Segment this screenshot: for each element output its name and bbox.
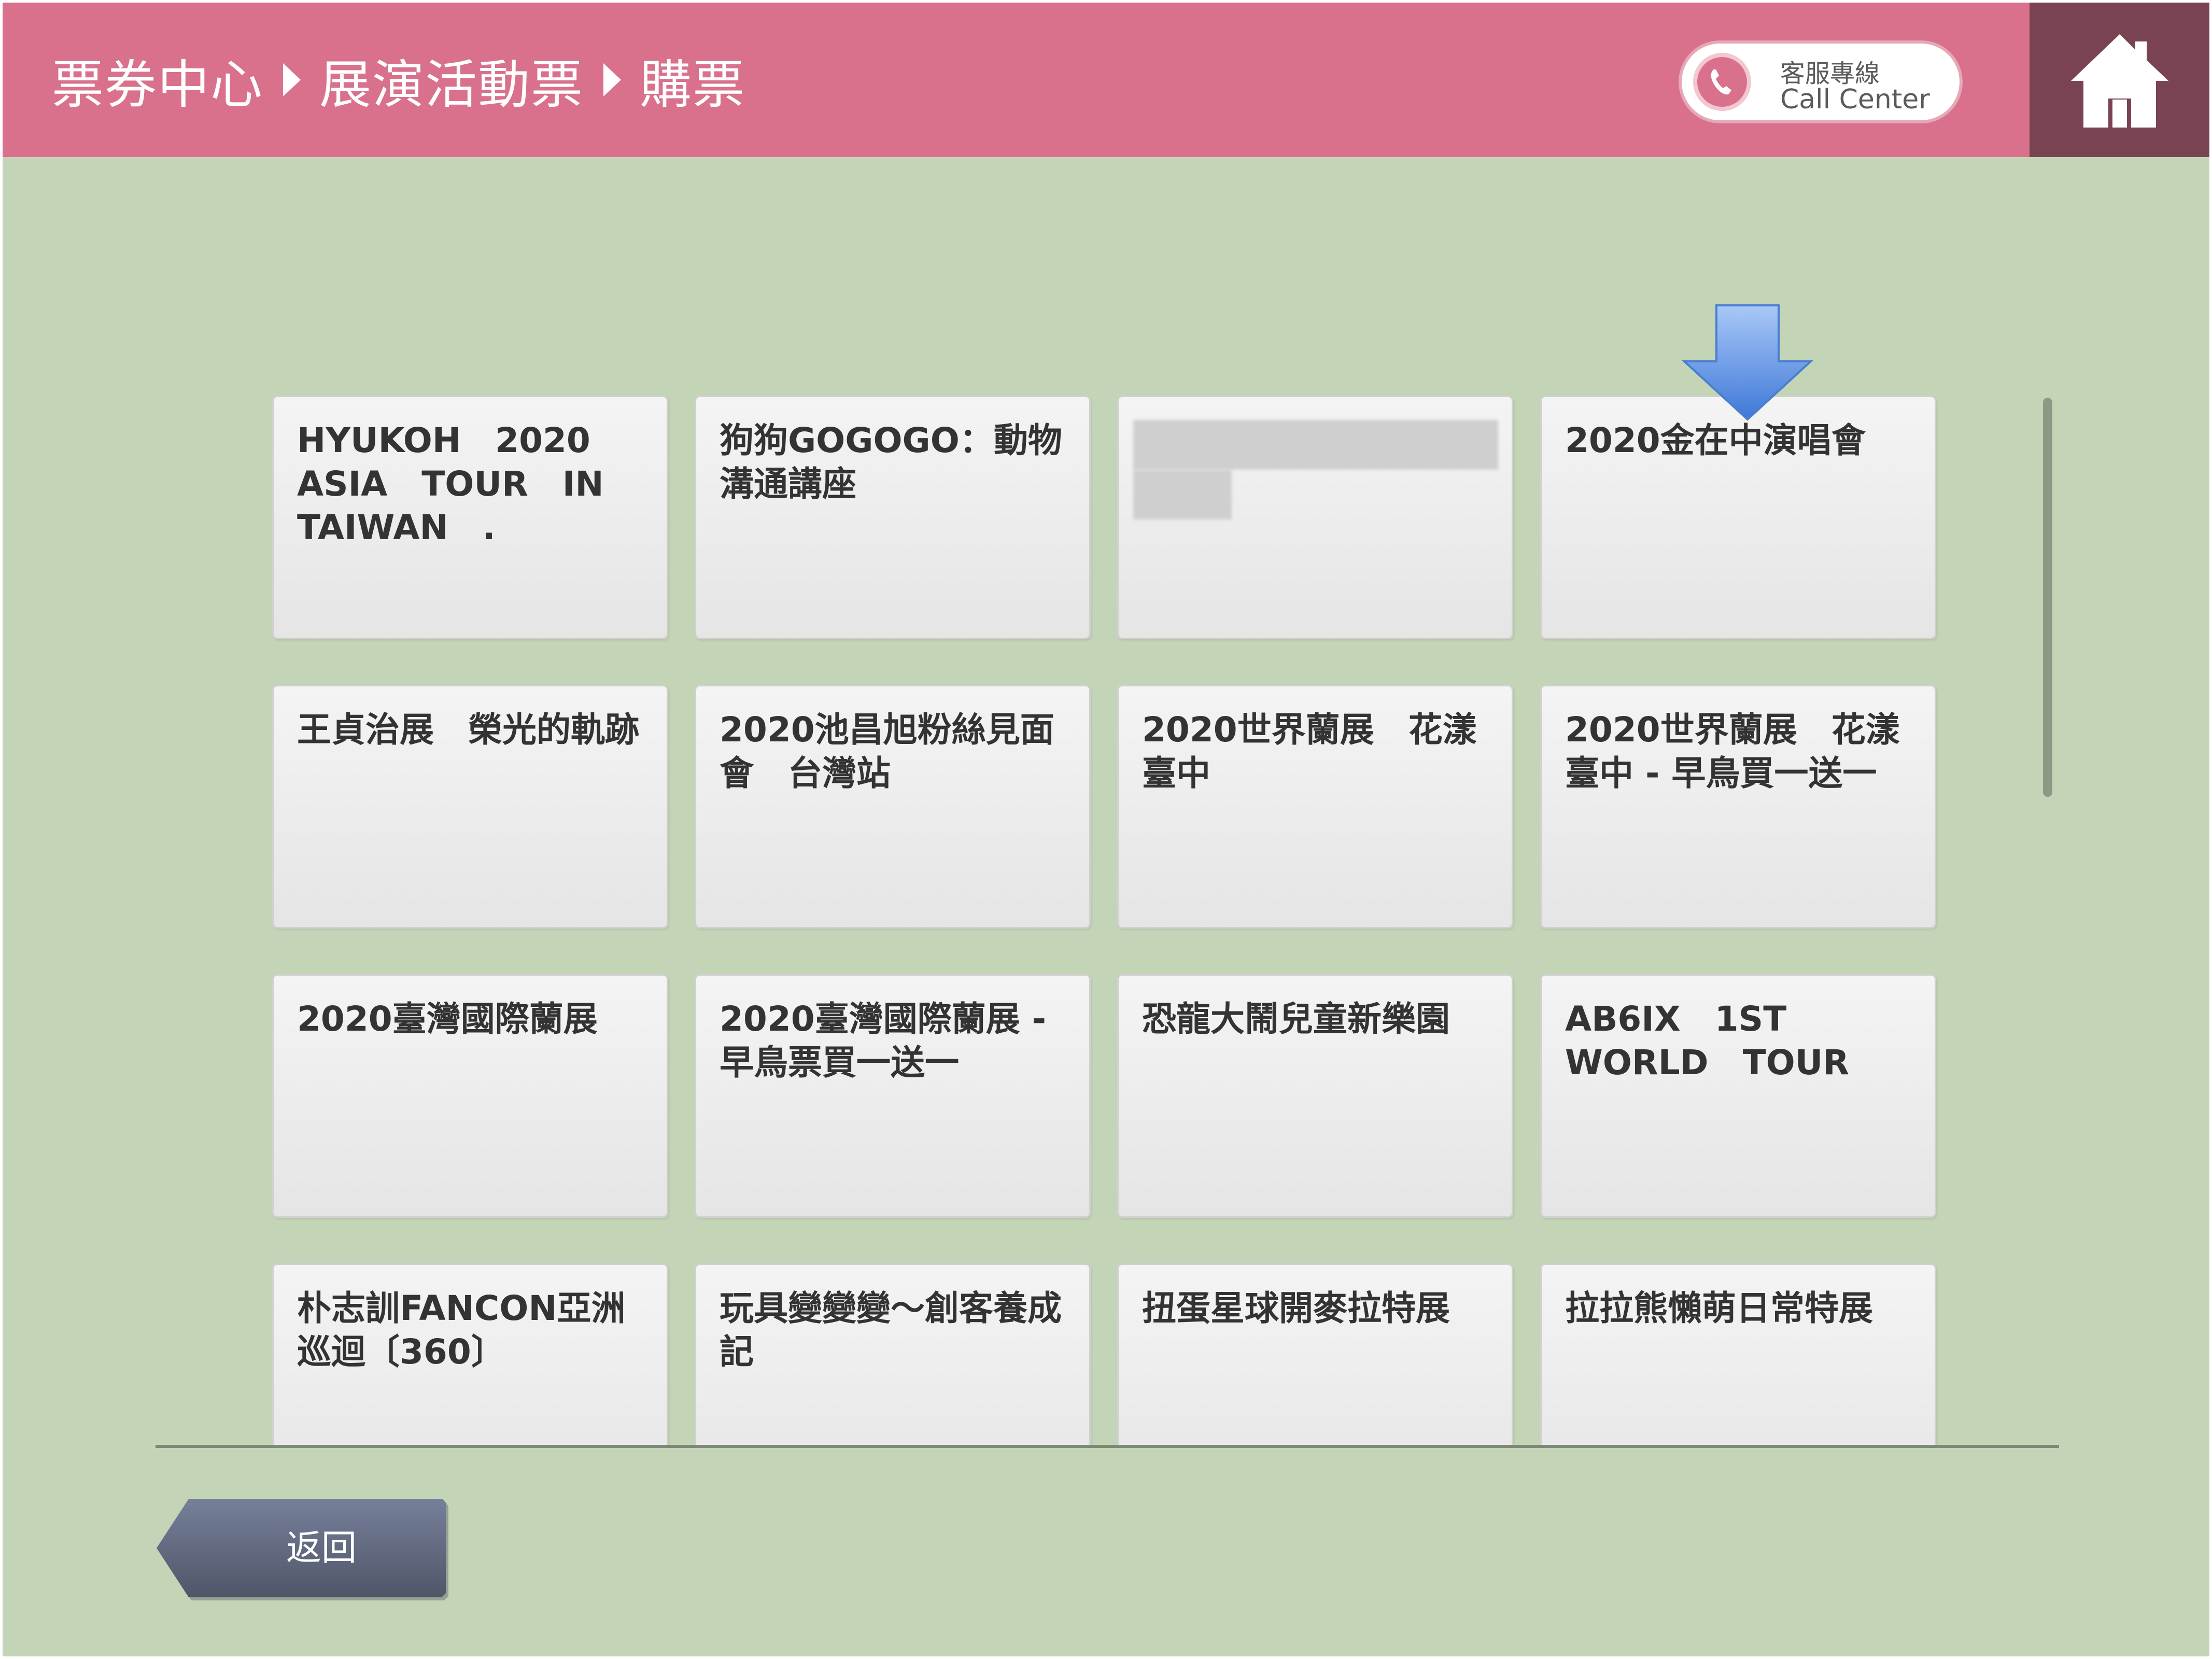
event-tile-label: 玩具變變變～創客養成記 [720,1288,1062,1372]
redacted-text-block [1133,420,1498,470]
event-tile-label: HYUKOH 2020 ASIA TOUR IN TAIWAN . [297,420,616,547]
event-tile-label: 王貞治展 榮光的軌跡 [297,710,639,750]
back-button[interactable]: 返回 [157,1497,450,1600]
event-tile-redacted[interactable] [1117,396,1513,639]
event-tile-rilakkuma[interactable]: 拉拉熊懶萌日常特展 [1540,1263,1936,1445]
event-tile-orchid-show-taichung[interactable]: 2020世界蘭展 花漾臺中 [1117,685,1513,929]
back-button-label: 返回 [286,1528,357,1569]
kiosk-screen: 票券中心 展演活動票 購票 客服專線 Call Center HYUKOH 20… [3,3,2209,1656]
event-tile-park-jihoon[interactable]: 朴志訓FANCON亞洲巡迴〔360〕 [272,1263,668,1445]
event-tile-label: 扭蛋星球開麥拉特展 [1142,1288,1450,1328]
event-tile-label: 朴志訓FANCON亞洲巡迴〔360〕 [297,1288,626,1372]
event-tile-label: 2020池昌旭粉絲見面會 台灣站 [720,710,1054,793]
grid-scrollbar[interactable] [2043,398,2052,797]
event-tile-label: 拉拉熊懶萌日常特展 [1565,1288,1873,1328]
event-tile-ab6ix[interactable]: AB6IX 1ST WORLD TOUR [1540,974,1936,1218]
event-tile-kim-jaejoong[interactable]: 2020金在中演唱會 [1540,396,1936,639]
event-grid-viewport: HYUKOH 2020 ASIA TOUR IN TAIWAN . 狗狗GOGO… [3,3,2209,1445]
event-tile-label: 2020臺灣國際蘭展 - 早鳥票買一送一 [720,999,1059,1082]
event-tile-label: 2020臺灣國際蘭展 [297,999,598,1039]
event-tile-label: 2020金在中演唱會 [1565,420,1866,460]
event-tile-label: 恐龍大鬧兒童新樂園 [1142,999,1450,1039]
event-tile-gashapon[interactable]: 扭蛋星球開麥拉特展 [1117,1263,1513,1445]
event-tile-taiwan-orchid-show[interactable]: 2020臺灣國際蘭展 [272,974,668,1218]
event-tile-dinosaur-park[interactable]: 恐龍大鬧兒童新樂園 [1117,974,1513,1218]
redacted-text-block [1133,470,1232,519]
event-tile-oh-sadaharu[interactable]: 王貞治展 榮光的軌跡 [272,685,668,929]
event-tile-label: AB6IX 1ST WORLD TOUR [1565,999,1850,1082]
footer-divider [156,1445,2059,1448]
event-tile-hyukoh[interactable]: HYUKOH 2020 ASIA TOUR IN TAIWAN . [272,396,668,639]
event-tile-toy-maker[interactable]: 玩具變變變～創客養成記 [695,1263,1091,1445]
event-tile-orchid-show-taichung-early[interactable]: 2020世界蘭展 花漾臺中 - 早鳥買一送一 [1540,685,1936,929]
event-tile-label: 2020世界蘭展 花漾臺中 [1142,710,1477,793]
event-tile-dog-talk[interactable]: 狗狗GOGOGO：動物溝通講座 [695,396,1091,639]
event-tile-taiwan-orchid-show-early[interactable]: 2020臺灣國際蘭展 - 早鳥票買一送一 [695,974,1091,1218]
event-tile-ji-chang-wook[interactable]: 2020池昌旭粉絲見面會 台灣站 [695,685,1091,929]
event-tile-label: 2020世界蘭展 花漾臺中 - 早鳥買一送一 [1565,710,1900,793]
event-tile-label: 狗狗GOGOGO：動物溝通講座 [720,420,1062,504]
down-arrow-icon [1681,304,1814,421]
